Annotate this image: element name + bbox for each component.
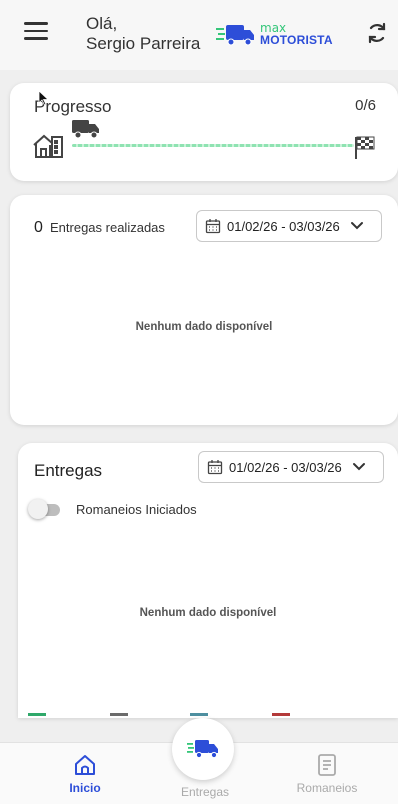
toggle-label: Romaneios Iniciados	[76, 502, 197, 517]
home-icon	[75, 755, 95, 775]
nav-tab-romaneios[interactable]: Romaneios	[282, 753, 372, 795]
toggle-knob	[28, 499, 48, 519]
entregas-date-range-select[interactable]: 01/02/26 - 03/03/26	[198, 451, 384, 483]
entregas-fab-button[interactable]	[172, 718, 234, 780]
progress-count: 0/6	[355, 97, 376, 114]
menu-icon-bar	[24, 22, 48, 25]
nav-tab-inicio[interactable]: Inicio	[40, 753, 130, 795]
deliveries-done-card: 0 Entregas realizadas 01/02/26 - 03/03/2…	[10, 195, 398, 425]
greeting-user-name: Sergio Parreira	[86, 34, 201, 53]
sync-icon	[368, 22, 386, 44]
date-range-value: 01/02/26 - 03/03/26	[229, 459, 342, 475]
entregas-card: Entregas 01/02/26 - 03/03/26 Romaneios I…	[18, 443, 398, 718]
legend-color-marks	[18, 713, 398, 717]
nav-tab-entregas[interactable]: Entregas	[160, 785, 250, 799]
romaneios-iniciados-toggle[interactable]	[28, 499, 62, 519]
nav-label-entregas: Entregas	[180, 785, 230, 799]
date-range-value: 01/02/26 - 03/03/26	[227, 218, 340, 234]
home-building-icon	[33, 134, 63, 158]
logo-motorista-text: MOTORISTA	[260, 33, 333, 47]
greeting: Olá, Sergio Parreira	[86, 14, 200, 54]
progress-truck-icon	[72, 120, 99, 139]
nav-label-inicio: Inicio	[69, 781, 101, 795]
sync-button[interactable]	[364, 20, 390, 46]
app-logo: max MOTORISTA	[216, 22, 333, 46]
empty-state-text: Nenhum dado disponível	[135, 321, 273, 333]
legend-mark-teal	[190, 713, 208, 716]
chevron-down-icon	[352, 463, 365, 471]
deliveries-done-label: Entregas realizadas	[50, 220, 165, 235]
chevron-down-icon	[350, 222, 363, 230]
truck-icon	[187, 740, 218, 759]
finish-flag-icon	[355, 136, 375, 159]
date-range-select[interactable]: 01/02/26 - 03/03/26	[196, 210, 382, 242]
menu-icon-bar	[24, 29, 48, 32]
calendar-icon	[205, 219, 221, 234]
nav-label-romaneios: Romaneios	[296, 781, 358, 795]
legend-mark-green	[28, 713, 46, 716]
app-header: Olá, Sergio Parreira max MOTORISTA	[0, 0, 398, 70]
progress-card: Progresso 0/6	[10, 83, 398, 181]
greeting-hello: Olá,	[86, 14, 118, 33]
deliveries-done-count: 0	[34, 219, 43, 236]
legend-mark-red	[272, 713, 290, 716]
empty-state-text: Nenhum dado disponível	[139, 607, 277, 619]
calendar-icon	[207, 460, 223, 475]
menu-button[interactable]	[24, 22, 48, 42]
legend-mark-gray	[110, 713, 128, 716]
menu-icon-bar	[24, 37, 48, 40]
mouse-cursor-icon	[38, 90, 50, 106]
progress-track	[72, 144, 354, 147]
truck-logo-icon	[216, 25, 254, 46]
document-icon	[318, 754, 336, 776]
entregas-title: Entregas	[34, 461, 103, 480]
